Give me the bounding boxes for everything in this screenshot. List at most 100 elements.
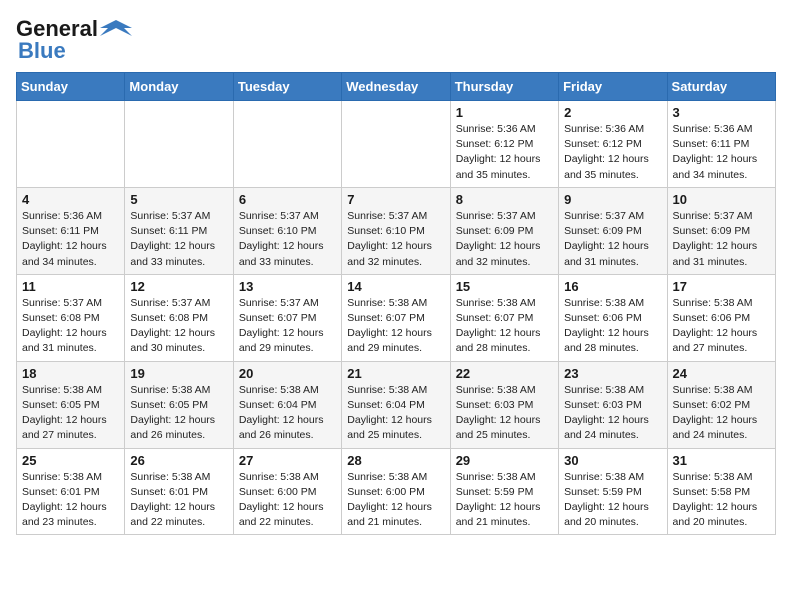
day-detail: Sunrise: 5:38 AM Sunset: 6:05 PM Dayligh… (22, 383, 119, 444)
day-number: 26 (130, 453, 227, 468)
day-cell: 4 Sunrise: 5:36 AM Sunset: 6:11 PM Daylig… (17, 187, 125, 274)
week-row-1: 1 Sunrise: 5:36 AM Sunset: 6:12 PM Daylig… (17, 101, 776, 188)
calendar-table: SundayMondayTuesdayWednesdayThursdayFrid… (16, 72, 776, 535)
day-number: 18 (22, 366, 119, 381)
day-cell: 22 Sunrise: 5:38 AM Sunset: 6:03 PM Dayli… (450, 361, 558, 448)
day-detail: Sunrise: 5:37 AM Sunset: 6:07 PM Dayligh… (239, 296, 336, 357)
day-detail: Sunrise: 5:36 AM Sunset: 6:12 PM Dayligh… (564, 122, 661, 183)
day-number: 7 (347, 192, 444, 207)
day-cell: 30 Sunrise: 5:38 AM Sunset: 5:59 PM Dayli… (559, 448, 667, 535)
day-detail: Sunrise: 5:37 AM Sunset: 6:10 PM Dayligh… (239, 209, 336, 270)
day-cell (233, 101, 341, 188)
day-detail: Sunrise: 5:37 AM Sunset: 6:11 PM Dayligh… (130, 209, 227, 270)
logo-blue: Blue (18, 38, 66, 64)
day-number: 31 (673, 453, 770, 468)
day-detail: Sunrise: 5:38 AM Sunset: 6:06 PM Dayligh… (673, 296, 770, 357)
day-cell: 31Sunrise: 5:38 AM Sunset: 5:58 PM Dayli… (667, 448, 775, 535)
day-detail: Sunrise: 5:37 AM Sunset: 6:09 PM Dayligh… (673, 209, 770, 270)
day-number: 19 (130, 366, 227, 381)
day-detail: Sunrise: 5:36 AM Sunset: 6:11 PM Dayligh… (673, 122, 770, 183)
day-cell: 2Sunrise: 5:36 AM Sunset: 6:12 PM Daylig… (559, 101, 667, 188)
header-monday: Monday (125, 73, 233, 101)
day-detail: Sunrise: 5:38 AM Sunset: 5:59 PM Dayligh… (456, 470, 553, 531)
day-number: 16 (564, 279, 661, 294)
day-detail: Sunrise: 5:38 AM Sunset: 6:03 PM Dayligh… (456, 383, 553, 444)
day-detail: Sunrise: 5:38 AM Sunset: 6:01 PM Dayligh… (22, 470, 119, 531)
day-cell: 7 Sunrise: 5:37 AM Sunset: 6:10 PM Daylig… (342, 187, 450, 274)
logo-bird-icon (100, 18, 132, 40)
day-detail: Sunrise: 5:38 AM Sunset: 6:02 PM Dayligh… (673, 383, 770, 444)
day-cell: 20Sunrise: 5:38 AM Sunset: 6:04 PM Dayli… (233, 361, 341, 448)
day-cell: 27Sunrise: 5:38 AM Sunset: 6:00 PM Dayli… (233, 448, 341, 535)
day-number: 17 (673, 279, 770, 294)
day-number: 6 (239, 192, 336, 207)
week-row-4: 18 Sunrise: 5:38 AM Sunset: 6:05 PM Dayli… (17, 361, 776, 448)
day-number: 8 (456, 192, 553, 207)
day-number: 30 (564, 453, 661, 468)
header-saturday: Saturday (667, 73, 775, 101)
day-number: 14 (347, 279, 444, 294)
header-row: SundayMondayTuesdayWednesdayThursdayFrid… (17, 73, 776, 101)
day-number: 12 (130, 279, 227, 294)
day-number: 1 (456, 105, 553, 120)
day-cell (17, 101, 125, 188)
day-detail: Sunrise: 5:38 AM Sunset: 6:04 PM Dayligh… (347, 383, 444, 444)
day-cell: 10Sunrise: 5:37 AM Sunset: 6:09 PM Dayli… (667, 187, 775, 274)
day-detail: Sunrise: 5:38 AM Sunset: 6:04 PM Dayligh… (239, 383, 336, 444)
day-detail: Sunrise: 5:37 AM Sunset: 6:09 PM Dayligh… (456, 209, 553, 270)
day-detail: Sunrise: 5:38 AM Sunset: 6:05 PM Dayligh… (130, 383, 227, 444)
day-detail: Sunrise: 5:38 AM Sunset: 6:06 PM Dayligh… (564, 296, 661, 357)
day-cell (125, 101, 233, 188)
day-detail: Sunrise: 5:36 AM Sunset: 6:12 PM Dayligh… (456, 122, 553, 183)
header-wednesday: Wednesday (342, 73, 450, 101)
day-detail: Sunrise: 5:38 AM Sunset: 6:00 PM Dayligh… (347, 470, 444, 531)
day-cell: 16 Sunrise: 5:38 AM Sunset: 6:06 PM Dayli… (559, 274, 667, 361)
week-row-3: 11Sunrise: 5:37 AM Sunset: 6:08 PM Dayli… (17, 274, 776, 361)
logo: General Blue (16, 16, 132, 64)
day-detail: Sunrise: 5:38 AM Sunset: 6:07 PM Dayligh… (347, 296, 444, 357)
day-cell: 28Sunrise: 5:38 AM Sunset: 6:00 PM Dayli… (342, 448, 450, 535)
calendar-body: 1 Sunrise: 5:36 AM Sunset: 6:12 PM Daylig… (17, 101, 776, 535)
day-cell: 17 Sunrise: 5:38 AM Sunset: 6:06 PM Dayli… (667, 274, 775, 361)
day-number: 9 (564, 192, 661, 207)
day-detail: Sunrise: 5:38 AM Sunset: 6:03 PM Dayligh… (564, 383, 661, 444)
day-detail: Sunrise: 5:37 AM Sunset: 6:09 PM Dayligh… (564, 209, 661, 270)
day-cell: 12 Sunrise: 5:37 AM Sunset: 6:08 PM Dayli… (125, 274, 233, 361)
day-detail: Sunrise: 5:37 AM Sunset: 6:08 PM Dayligh… (130, 296, 227, 357)
day-cell: 8 Sunrise: 5:37 AM Sunset: 6:09 PM Daylig… (450, 187, 558, 274)
day-number: 13 (239, 279, 336, 294)
day-number: 4 (22, 192, 119, 207)
day-cell: 6 Sunrise: 5:37 AM Sunset: 6:10 PM Daylig… (233, 187, 341, 274)
day-number: 3 (673, 105, 770, 120)
day-number: 24 (673, 366, 770, 381)
day-cell: 15Sunrise: 5:38 AM Sunset: 6:07 PM Dayli… (450, 274, 558, 361)
page-header: General Blue (16, 16, 776, 64)
day-number: 21 (347, 366, 444, 381)
day-cell: 26 Sunrise: 5:38 AM Sunset: 6:01 PM Dayli… (125, 448, 233, 535)
day-detail: Sunrise: 5:38 AM Sunset: 6:01 PM Dayligh… (130, 470, 227, 531)
day-cell: 5 Sunrise: 5:37 AM Sunset: 6:11 PM Daylig… (125, 187, 233, 274)
day-number: 5 (130, 192, 227, 207)
day-cell: 18 Sunrise: 5:38 AM Sunset: 6:05 PM Dayli… (17, 361, 125, 448)
header-friday: Friday (559, 73, 667, 101)
header-thursday: Thursday (450, 73, 558, 101)
day-cell: 24 Sunrise: 5:38 AM Sunset: 6:02 PM Dayli… (667, 361, 775, 448)
day-cell: 11Sunrise: 5:37 AM Sunset: 6:08 PM Dayli… (17, 274, 125, 361)
day-number: 22 (456, 366, 553, 381)
day-number: 15 (456, 279, 553, 294)
week-row-2: 4 Sunrise: 5:36 AM Sunset: 6:11 PM Daylig… (17, 187, 776, 274)
day-number: 23 (564, 366, 661, 381)
header-tuesday: Tuesday (233, 73, 341, 101)
week-row-5: 25 Sunrise: 5:38 AM Sunset: 6:01 PM Dayli… (17, 448, 776, 535)
day-number: 29 (456, 453, 553, 468)
day-cell: 29 Sunrise: 5:38 AM Sunset: 5:59 PM Dayli… (450, 448, 558, 535)
day-detail: Sunrise: 5:38 AM Sunset: 5:59 PM Dayligh… (564, 470, 661, 531)
day-detail: Sunrise: 5:37 AM Sunset: 6:10 PM Dayligh… (347, 209, 444, 270)
day-cell: 1 Sunrise: 5:36 AM Sunset: 6:12 PM Daylig… (450, 101, 558, 188)
day-detail: Sunrise: 5:36 AM Sunset: 6:11 PM Dayligh… (22, 209, 119, 270)
day-number: 25 (22, 453, 119, 468)
day-cell (342, 101, 450, 188)
day-number: 27 (239, 453, 336, 468)
header-sunday: Sunday (17, 73, 125, 101)
day-cell: 9 Sunrise: 5:37 AM Sunset: 6:09 PM Daylig… (559, 187, 667, 274)
